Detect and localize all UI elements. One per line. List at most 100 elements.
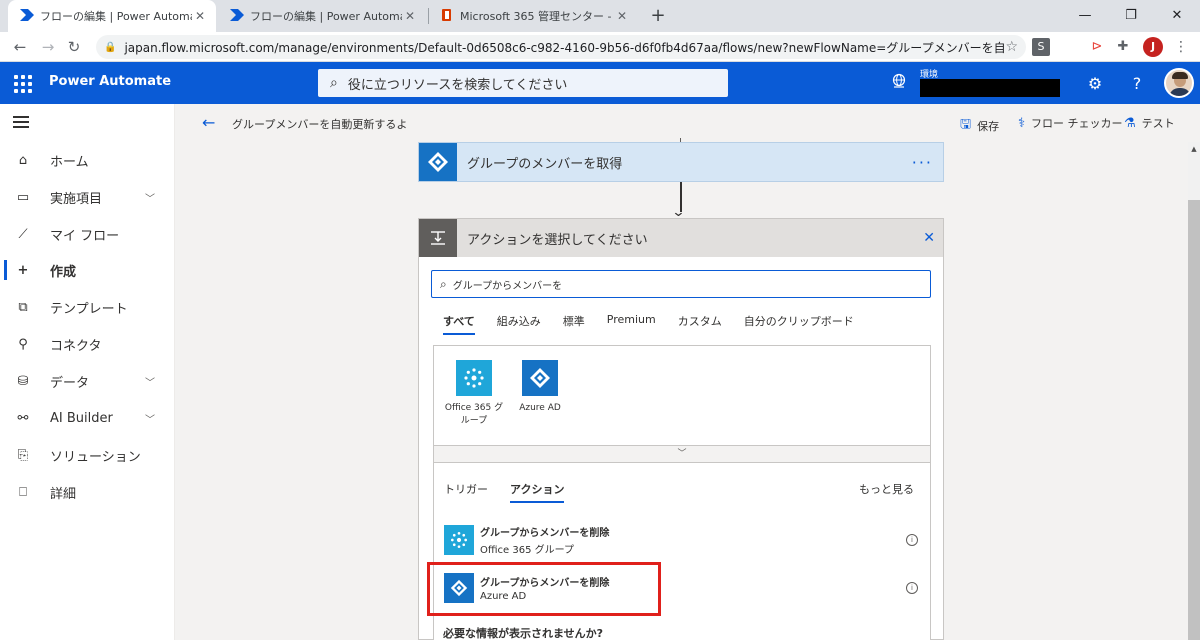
azure-ad-icon bbox=[522, 360, 558, 396]
action-item-o365-remove-member[interactable]: グループからメンバーを削除 Office 365 グループ i bbox=[444, 522, 922, 558]
browser-tab-1[interactable]: フローの編集 | Power Automate ✕ bbox=[8, 0, 216, 32]
action-source: Office 365 グループ bbox=[480, 545, 575, 556]
ai-icon: ⚯ bbox=[17, 410, 29, 426]
power-automate-favicon-icon bbox=[20, 8, 34, 24]
extensions-puzzle-icon[interactable]: ✚ bbox=[1114, 38, 1132, 56]
filter-tab-clipboard[interactable]: 自分のクリップボード bbox=[744, 313, 854, 335]
nav-item-learn-more[interactable]: ⎕ 詳細 bbox=[0, 474, 175, 510]
power-automate-favicon-icon bbox=[230, 8, 244, 24]
flow-checker-button[interactable]: ⚕ フロー チェッカー bbox=[1018, 115, 1123, 131]
flask-icon: ⚗ bbox=[1124, 115, 1136, 131]
scroll-up-arrow-icon[interactable]: ▲ bbox=[1188, 142, 1200, 156]
action-search-input[interactable]: ⌕ bbox=[431, 270, 931, 298]
browser-tab-2[interactable]: フローの編集 | Power Automate ✕ bbox=[218, 0, 426, 32]
settings-gear-icon[interactable]: ⚙ bbox=[1084, 73, 1106, 95]
command-bar: ← グループメンバーを自動更新するよ 🖫 保存 ⚕ フロー チェッカー ⚗ テス… bbox=[176, 104, 1188, 142]
browser-tab-title: Microsoft 365 管理センター - ホーム bbox=[460, 10, 614, 23]
chevron-down-icon[interactable]: ﹀ bbox=[145, 374, 165, 389]
extension-s-icon[interactable]: S bbox=[1032, 38, 1050, 56]
nav-item-data[interactable]: ⛁ データ ﹀ bbox=[0, 363, 175, 399]
close-icon[interactable]: ✕ bbox=[402, 9, 418, 23]
environment-name-redacted[interactable] bbox=[920, 79, 1060, 97]
browser-menu-icon[interactable]: ⋮ bbox=[1172, 38, 1190, 56]
minimize-button[interactable]: — bbox=[1062, 0, 1108, 32]
more-options-icon[interactable]: ··· bbox=[912, 153, 933, 172]
reload-button[interactable]: ↻ bbox=[62, 35, 86, 59]
nav-item-solutions[interactable]: ⎘ ソリューション bbox=[0, 437, 175, 473]
close-icon[interactable]: ✕ bbox=[614, 9, 630, 23]
see-more-link[interactable]: もっと見る bbox=[859, 481, 914, 497]
connector-office365-groups[interactable]: Office 365 グループ bbox=[444, 360, 504, 428]
action-text: グループからメンバーを削除 Office 365 グループ bbox=[480, 524, 906, 556]
stethoscope-icon: ⚕ bbox=[1018, 115, 1026, 131]
connector-label: Azure AD bbox=[519, 403, 561, 413]
hamburger-menu-icon[interactable] bbox=[13, 116, 29, 128]
restore-button[interactable]: ❐ bbox=[1108, 0, 1154, 32]
app-brand[interactable]: Power Automate bbox=[49, 74, 171, 89]
action-placeholder-icon bbox=[419, 219, 457, 257]
nav-item-my-flows[interactable]: ⟋ マイ フロー bbox=[0, 216, 175, 252]
nav-item-templates[interactable]: ⧉ テンプレート bbox=[0, 289, 175, 325]
resource-search-input[interactable]: ⌕ 役に立つリソースを検索してください bbox=[318, 69, 728, 97]
nav-item-connectors[interactable]: ⚲ コネクタ bbox=[0, 326, 175, 362]
new-tab-button[interactable]: + bbox=[646, 4, 670, 28]
info-icon[interactable]: i bbox=[906, 582, 918, 594]
close-icon[interactable]: ✕ bbox=[923, 230, 935, 246]
browser-profile-avatar[interactable]: J bbox=[1143, 37, 1163, 57]
nav-item-action-items[interactable]: ▭ 実施項目 ﹀ bbox=[0, 179, 175, 215]
nav-item-ai-builder[interactable]: ⚯ AI Builder ﹀ bbox=[0, 400, 175, 436]
browser-tab-3[interactable]: Microsoft 365 管理センター - ホーム ✕ bbox=[430, 0, 638, 32]
bookmark-star-icon[interactable]: ☆ bbox=[1005, 39, 1018, 55]
filter-tab-premium[interactable]: Premium bbox=[607, 313, 656, 335]
filter-tab-builtin[interactable]: 組み込み bbox=[497, 313, 541, 335]
browser-tab-title: フローの編集 | Power Automate bbox=[40, 10, 192, 23]
back-button[interactable]: ← bbox=[8, 35, 32, 59]
chevron-down-icon: ﹀ bbox=[677, 449, 687, 459]
chevron-down-icon[interactable]: ﹀ bbox=[145, 411, 165, 426]
left-navigation: ⌂ ホーム ▭ 実施項目 ﹀ ⟋ マイ フロー + 作成 ⧉ テンプレート ⚲ … bbox=[0, 104, 175, 640]
extension-cast-icon[interactable]: ⊳ bbox=[1088, 38, 1106, 56]
app-launcher-icon[interactable] bbox=[12, 73, 32, 93]
window-close-button[interactable]: ✕ bbox=[1154, 0, 1200, 32]
flow-icon: ⟋ bbox=[18, 226, 28, 242]
plus-icon: + bbox=[17, 262, 29, 278]
save-button[interactable]: 🖫 保存 bbox=[960, 115, 999, 137]
url-field[interactable]: 🔒 japan.flow.microsoft.com/manage/enviro… bbox=[96, 35, 1026, 59]
filter-tab-all[interactable]: すべて bbox=[443, 313, 475, 335]
tab-triggers[interactable]: トリガー bbox=[444, 481, 488, 503]
missing-info-text: 必要な情報が表示されませんか? bbox=[443, 627, 604, 640]
trigger-action-tabs: トリガー アクション bbox=[444, 481, 586, 503]
environment-globe-icon[interactable] bbox=[888, 73, 910, 95]
connector-icon: ⚲ bbox=[18, 336, 28, 352]
help-icon[interactable]: ? bbox=[1126, 73, 1148, 95]
tab-separator bbox=[428, 8, 429, 24]
filter-tab-standard[interactable]: 標準 bbox=[563, 313, 585, 335]
connector-azure-ad[interactable]: Azure AD bbox=[510, 360, 570, 415]
template-icon: ⧉ bbox=[18, 299, 28, 315]
office-favicon-icon bbox=[442, 8, 454, 25]
database-icon: ⛁ bbox=[17, 373, 29, 389]
filter-tab-custom[interactable]: カスタム bbox=[678, 313, 722, 335]
back-arrow-icon[interactable]: ← bbox=[202, 113, 215, 132]
search-icon: ⌕ bbox=[440, 276, 447, 291]
expand-connectors-button[interactable]: ﹀ bbox=[433, 445, 931, 463]
info-icon[interactable]: i bbox=[906, 534, 918, 546]
step-get-group-members[interactable]: グループのメンバーを取得 ··· bbox=[418, 142, 944, 182]
search-placeholder: 役に立つリソースを検索してください bbox=[347, 77, 568, 93]
test-button[interactable]: ⚗ テスト bbox=[1124, 115, 1175, 131]
forward-button[interactable]: → bbox=[36, 35, 60, 59]
action-search-field[interactable] bbox=[452, 278, 930, 290]
flow-name-field[interactable]: グループメンバーを自動更新するよ bbox=[232, 116, 407, 132]
choose-action-header: アクションを選択してください ✕ bbox=[419, 219, 943, 257]
search-icon: ⌕ bbox=[330, 75, 338, 91]
nav-item-home[interactable]: ⌂ ホーム bbox=[0, 142, 175, 178]
close-icon[interactable]: ✕ bbox=[192, 9, 208, 23]
canvas-scrollbar-thumb[interactable] bbox=[1188, 200, 1200, 640]
solution-icon: ⎘ bbox=[17, 447, 29, 463]
nav-item-create[interactable]: + 作成 bbox=[0, 252, 175, 288]
office365-groups-icon bbox=[444, 525, 474, 555]
user-avatar[interactable] bbox=[1164, 68, 1194, 98]
chevron-down-icon[interactable]: ﹀ bbox=[145, 190, 165, 205]
browser-tabstrip: フローの編集 | Power Automate ✕ フローの編集 | Power… bbox=[0, 0, 1200, 32]
tab-actions[interactable]: アクション bbox=[510, 481, 565, 503]
